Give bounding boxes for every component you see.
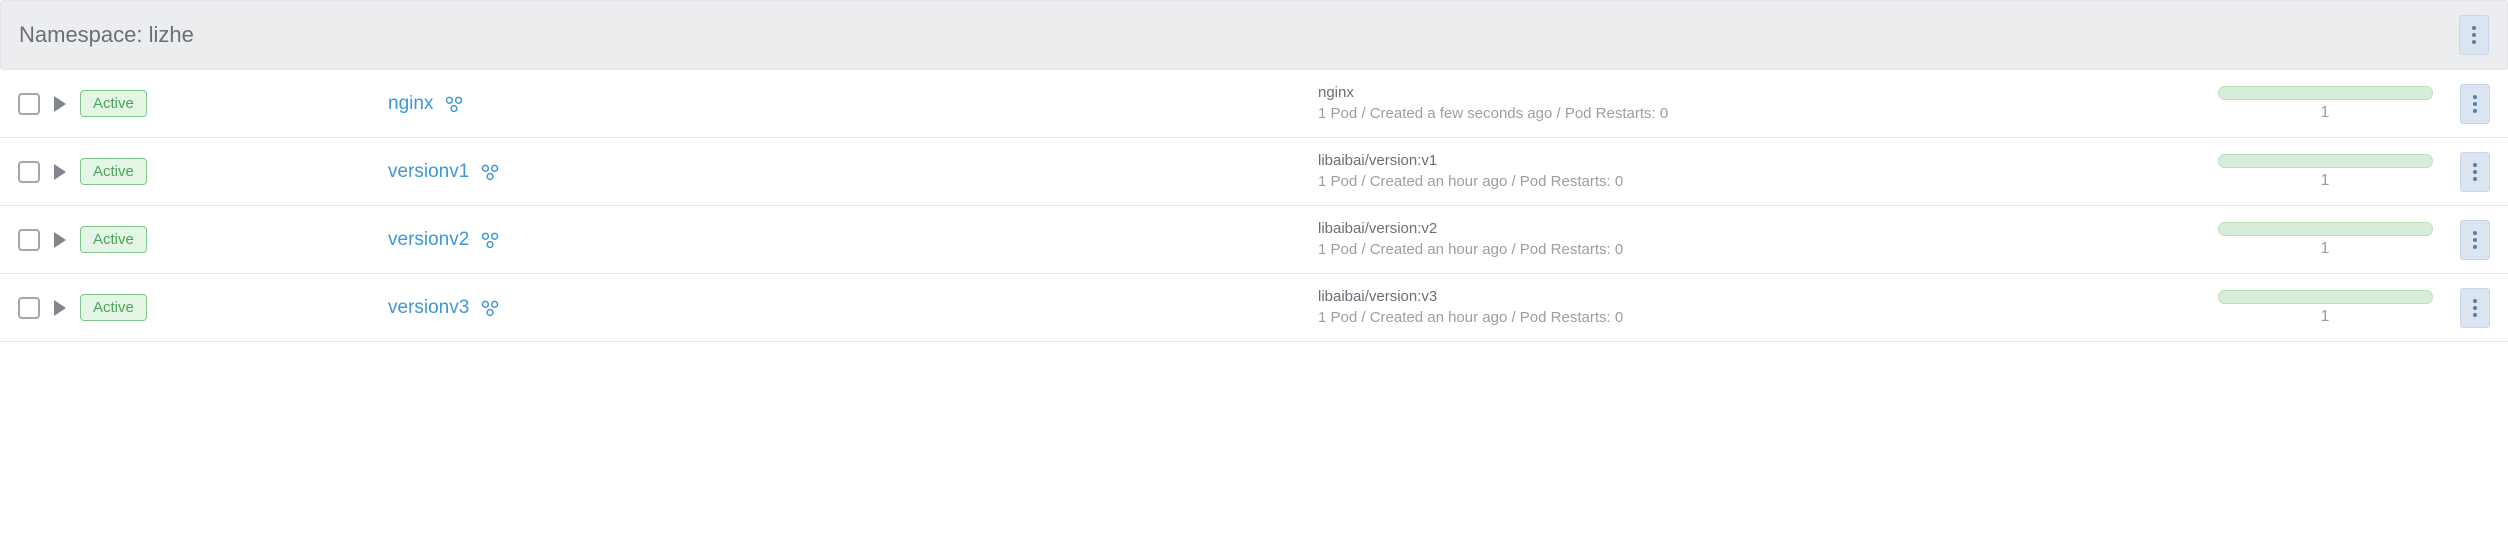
row-actions [2450,84,2490,124]
workloads-panel: Namespace: lizhe Active nginx [0,0,2508,342]
row-name-cell: versionv1 [388,161,1318,183]
workload-substatus: 1 Pod / Created an hour ago / Pod Restar… [1318,240,2200,260]
namespace-actions [2459,15,2489,55]
row-controls: Active [18,226,388,253]
workload-row: Active versionv2 libaibai/version:v2 1 P… [0,206,2508,274]
row-menu-button[interactable] [2460,84,2490,124]
row-checkbox[interactable] [18,161,40,183]
scale-count: 1 [2321,104,2330,122]
row-actions [2450,288,2490,328]
row-menu-button[interactable] [2460,220,2490,260]
row-checkbox[interactable] [18,93,40,115]
row-controls: Active [18,158,388,185]
scale-bar [2218,86,2433,100]
deployment-icon [443,93,465,115]
namespace-menu-button[interactable] [2459,15,2489,55]
status-badge: Active [80,294,147,321]
deployment-icon [479,229,501,251]
expand-icon[interactable] [54,96,66,112]
row-name-cell: versionv2 [388,229,1318,251]
scale-count: 1 [2321,308,2330,326]
row-name-cell: nginx [388,93,1318,115]
status-badge: Active [80,90,147,117]
row-meta: libaibai/version:v1 1 Pod / Created an h… [1318,151,2200,192]
workload-substatus: 1 Pod / Created an hour ago / Pod Restar… [1318,172,2200,192]
row-scale: 1 [2200,290,2450,326]
row-controls: Active [18,90,388,117]
row-meta: libaibai/version:v2 1 Pod / Created an h… [1318,219,2200,260]
namespace-label: Namespace: lizhe [19,22,194,48]
workload-image: libaibai/version:v3 [1318,287,2200,307]
row-checkbox[interactable] [18,229,40,251]
row-name-cell: versionv3 [388,297,1318,319]
workload-substatus: 1 Pod / Created a few seconds ago / Pod … [1318,104,2200,124]
row-controls: Active [18,294,388,321]
expand-icon[interactable] [54,164,66,180]
deployment-icon [479,297,501,319]
kebab-icon [2472,230,2478,250]
workload-name-link[interactable]: versionv2 [388,229,469,251]
workload-name-link[interactable]: versionv1 [388,161,469,183]
scale-bar [2218,154,2433,168]
row-meta: nginx 1 Pod / Created a few seconds ago … [1318,83,2200,124]
row-scale: 1 [2200,222,2450,258]
workload-rows: Active nginx nginx 1 Pod / Created a few… [0,70,2508,342]
workload-image: libaibai/version:v2 [1318,219,2200,239]
namespace-header: Namespace: lizhe [0,0,2508,70]
row-actions [2450,152,2490,192]
row-menu-button[interactable] [2460,288,2490,328]
workload-image: libaibai/version:v1 [1318,151,2200,171]
row-scale: 1 [2200,86,2450,122]
row-scale: 1 [2200,154,2450,190]
scale-count: 1 [2321,240,2330,258]
expand-icon[interactable] [54,300,66,316]
workload-name-link[interactable]: versionv3 [388,297,469,319]
kebab-icon [2471,25,2477,45]
scale-bar [2218,290,2433,304]
row-menu-button[interactable] [2460,152,2490,192]
workload-row: Active versionv3 libaibai/version:v3 1 P… [0,274,2508,342]
deployment-icon [479,161,501,183]
workload-substatus: 1 Pod / Created an hour ago / Pod Restar… [1318,308,2200,328]
scale-count: 1 [2321,172,2330,190]
row-meta: libaibai/version:v3 1 Pod / Created an h… [1318,287,2200,328]
kebab-icon [2472,162,2478,182]
row-actions [2450,220,2490,260]
expand-icon[interactable] [54,232,66,248]
workload-image: nginx [1318,83,2200,103]
workload-row: Active nginx nginx 1 Pod / Created a few… [0,70,2508,138]
row-checkbox[interactable] [18,297,40,319]
kebab-icon [2472,298,2478,318]
status-badge: Active [80,226,147,253]
kebab-icon [2472,94,2478,114]
workload-row: Active versionv1 libaibai/version:v1 1 P… [0,138,2508,206]
scale-bar [2218,222,2433,236]
status-badge: Active [80,158,147,185]
workload-name-link[interactable]: nginx [388,93,433,115]
